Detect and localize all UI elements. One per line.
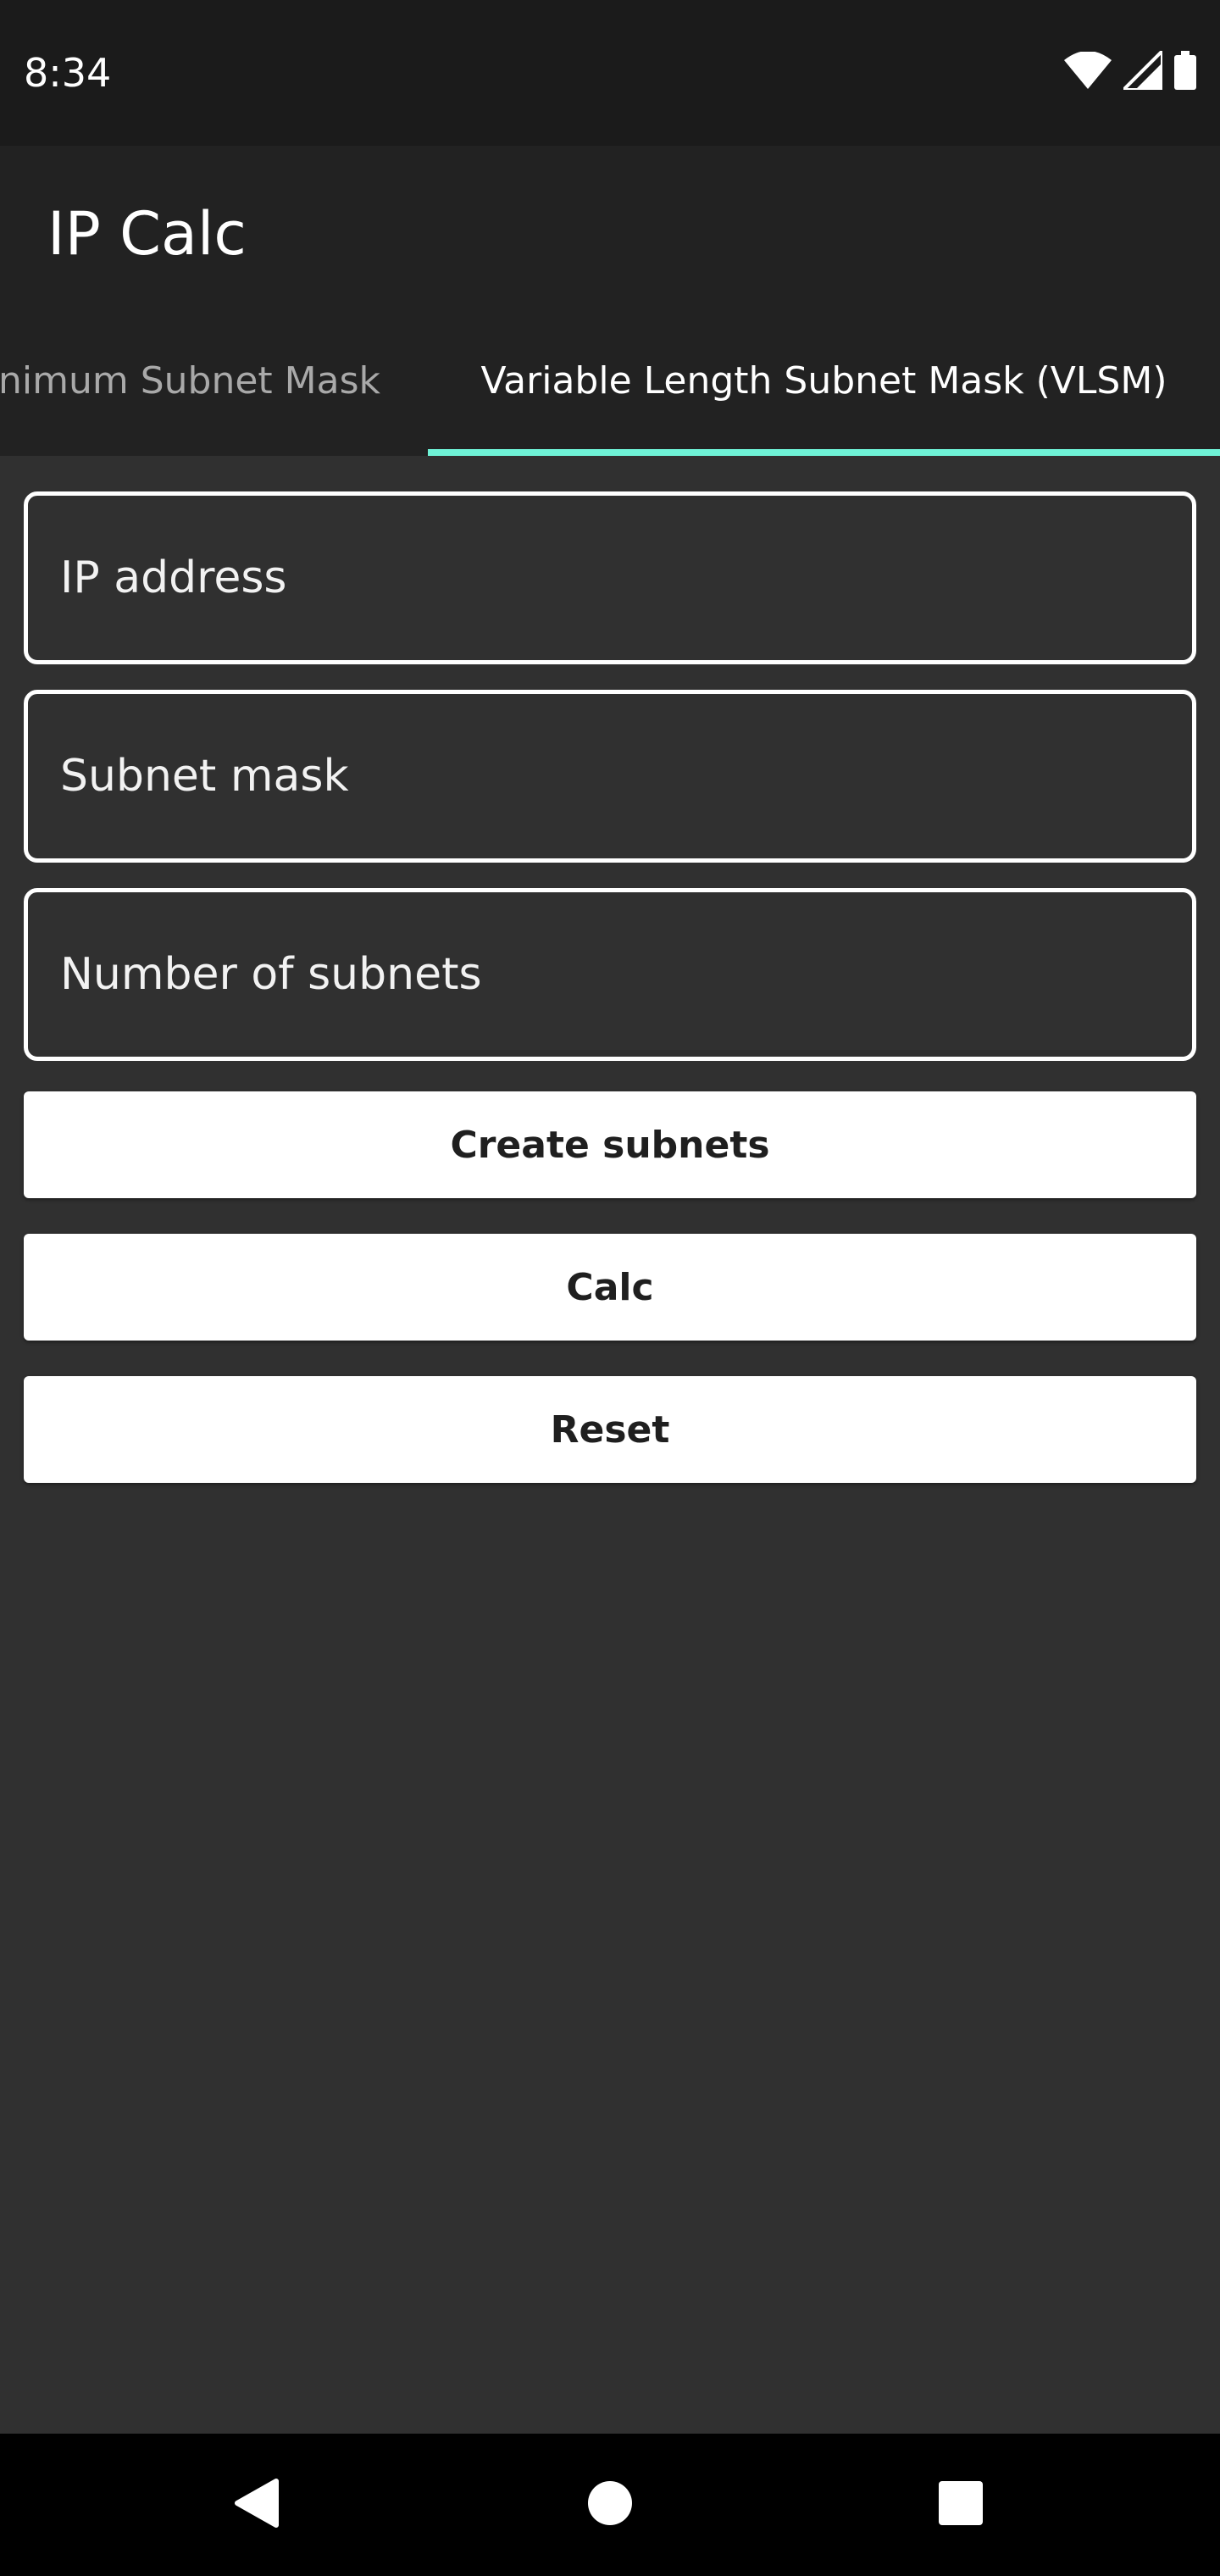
- home-icon: [586, 2479, 634, 2530]
- back-button[interactable]: [222, 2471, 290, 2539]
- status-bar: 8:34: [0, 0, 1220, 146]
- navigation-bar: [0, 2434, 1220, 2576]
- tab-label: Variable Length Subnet Mask (VLSM): [480, 358, 1167, 402]
- calc-button[interactable]: Calc: [24, 1234, 1196, 1341]
- create-subnets-button[interactable]: Create subnets: [24, 1091, 1196, 1198]
- recents-icon: [937, 2479, 984, 2530]
- status-icons: [1064, 51, 1196, 90]
- app-title: IP Calc: [47, 199, 247, 269]
- reset-button[interactable]: Reset: [24, 1376, 1196, 1483]
- tab-minimum-subnet-mask[interactable]: Minimum Subnet Mask: [0, 305, 428, 456]
- tab-bar: Minimum Subnet Mask Variable Length Subn…: [0, 305, 1220, 456]
- subnet-mask-field[interactable]: [24, 690, 1196, 863]
- tab-label: Minimum Subnet Mask: [0, 358, 380, 402]
- vlsm-form: Create subnets Calc Reset: [0, 456, 1220, 2434]
- subnet-mask-input[interactable]: [28, 694, 1192, 858]
- wifi-icon: [1064, 52, 1112, 89]
- number-of-subnets-field[interactable]: [24, 888, 1196, 1061]
- number-of-subnets-input[interactable]: [28, 892, 1192, 1057]
- app-bar: IP Calc Minimum Subnet Mask Variable Len…: [0, 146, 1220, 456]
- screen: 8:34 IP Calc nimum Subnet Mask Variable …: [0, 0, 1220, 2576]
- tab-vlsm[interactable]: Variable Length Subnet Mask (VLSM): [428, 305, 1220, 456]
- recents-button[interactable]: [927, 2471, 995, 2539]
- tab-indicator: [428, 449, 1220, 456]
- signal-icon: [1123, 51, 1162, 90]
- home-button[interactable]: [576, 2471, 644, 2539]
- back-icon: [232, 2478, 280, 2532]
- ip-address-input[interactable]: [28, 496, 1192, 660]
- battery-icon: [1174, 51, 1196, 90]
- status-time: 8:34: [24, 50, 112, 96]
- ip-address-field[interactable]: [24, 491, 1196, 664]
